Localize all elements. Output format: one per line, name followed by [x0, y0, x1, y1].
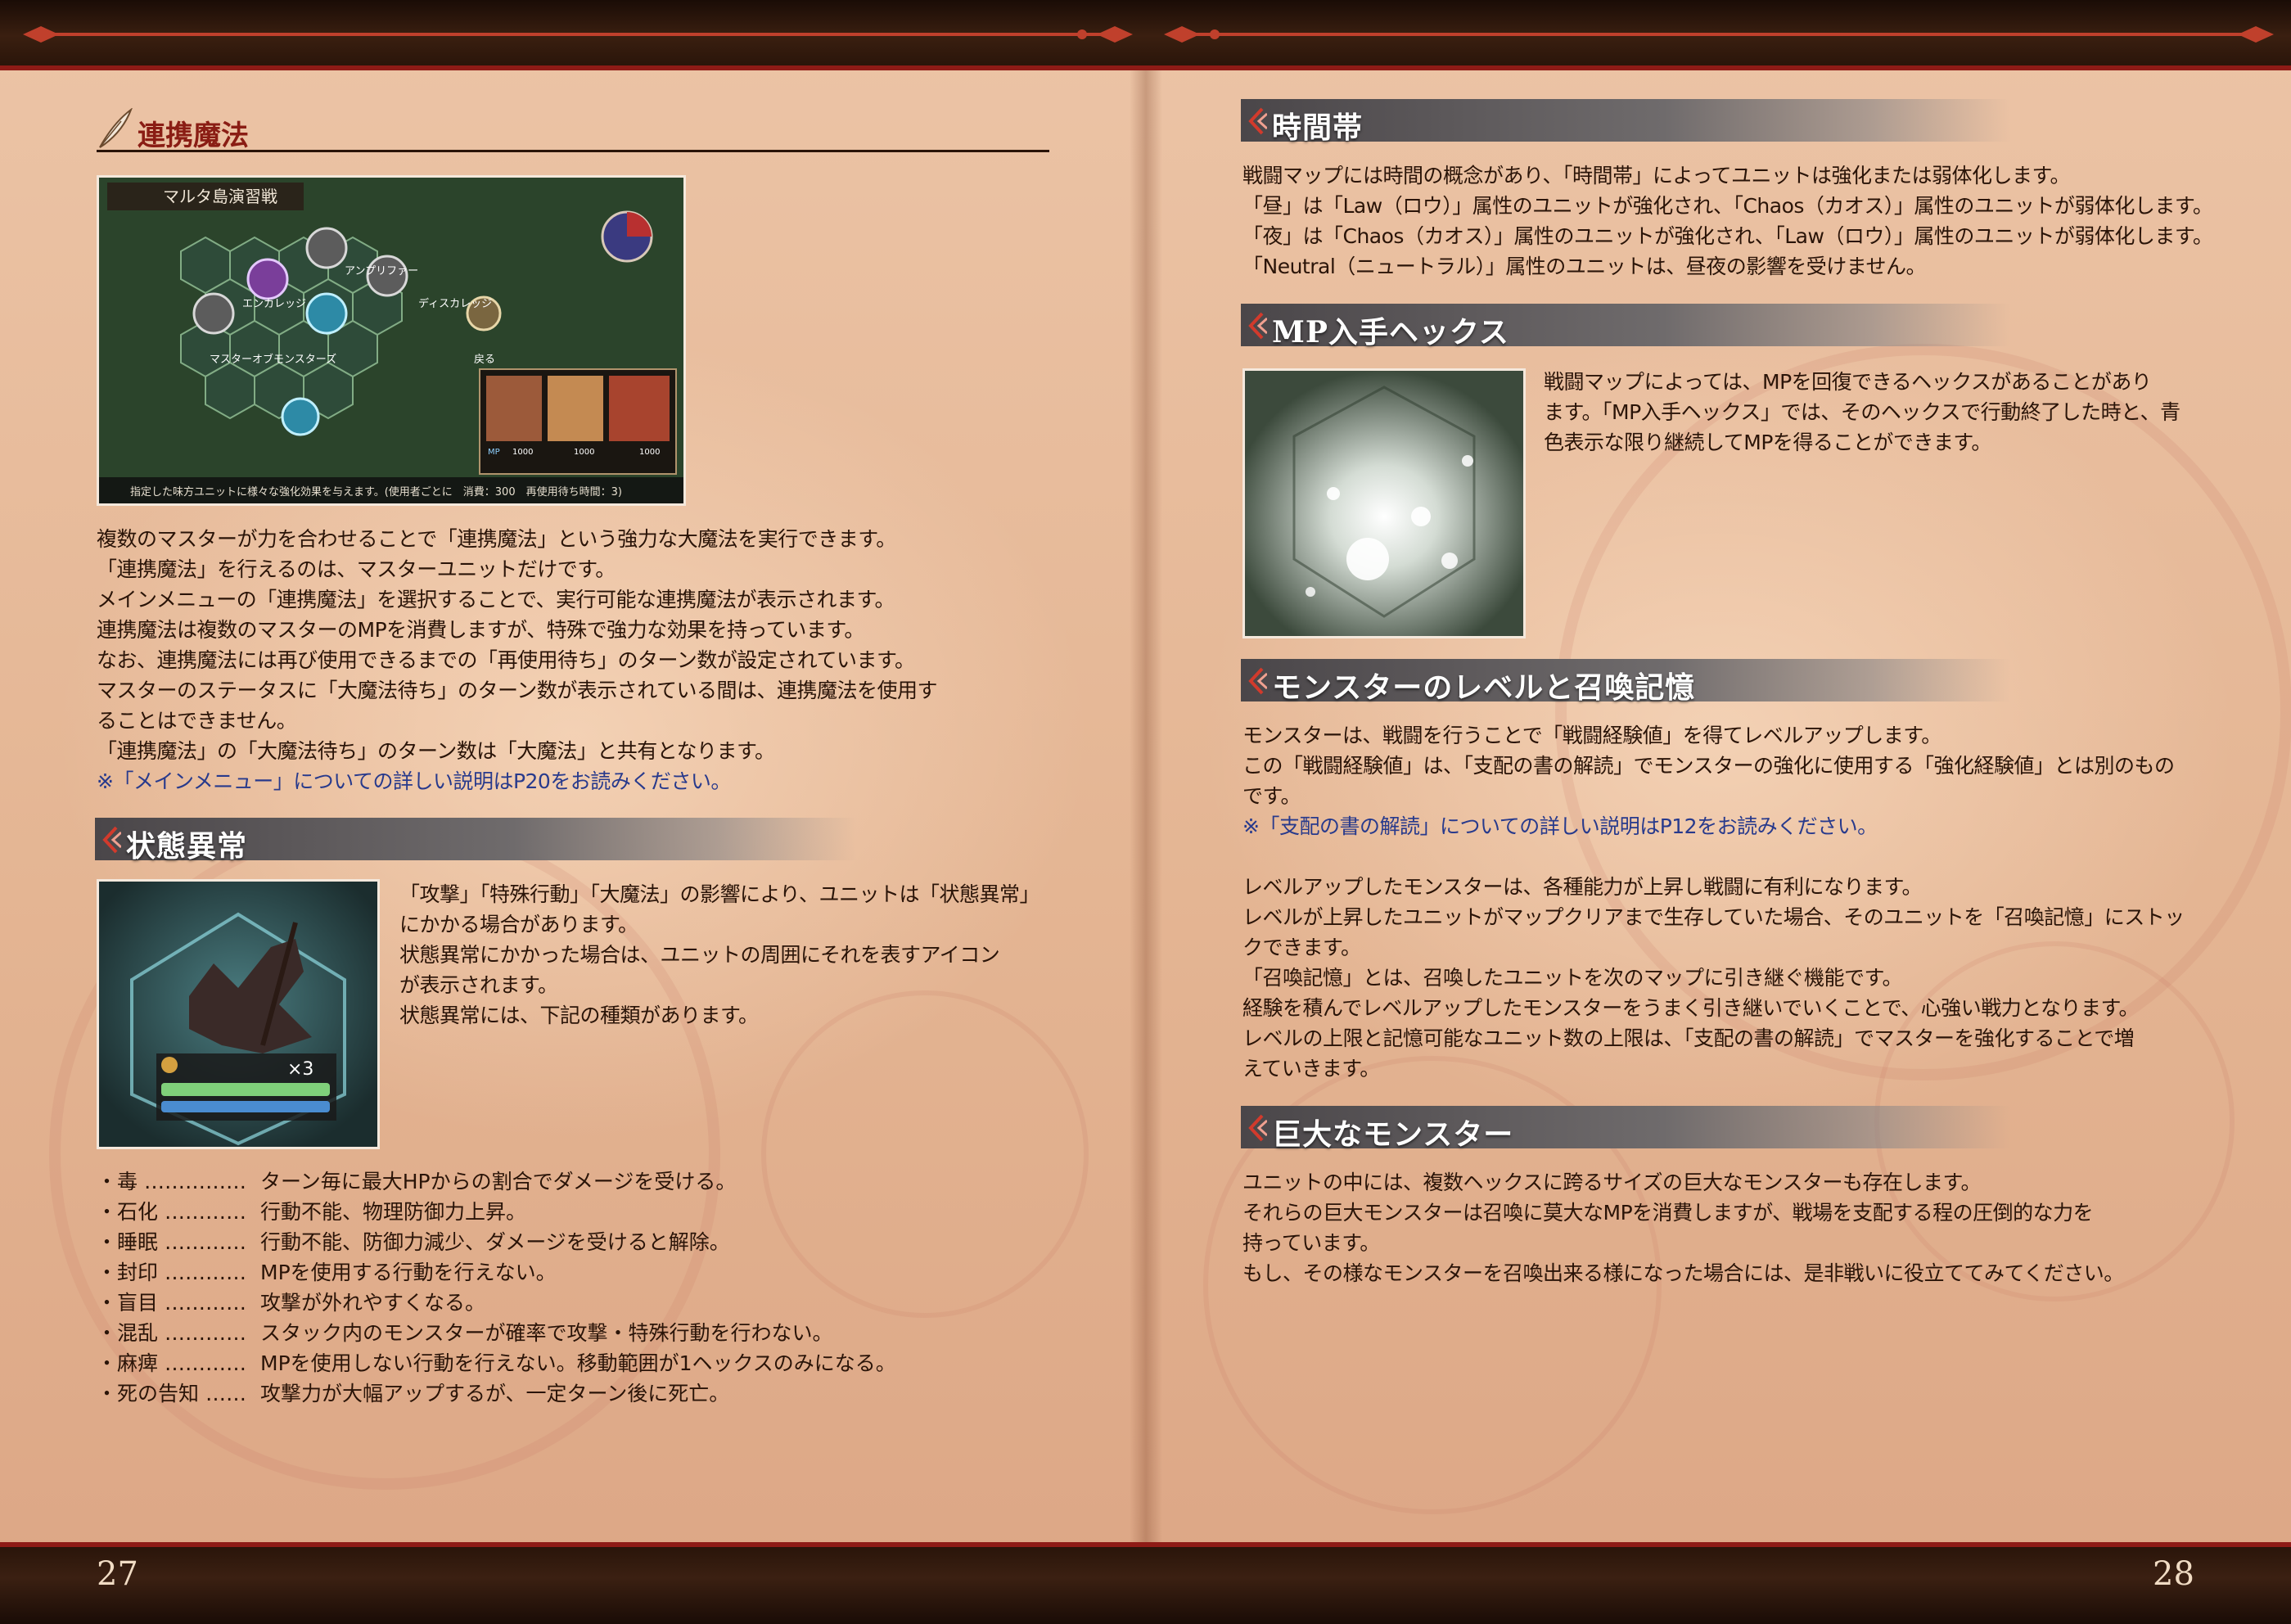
ornament-left-icon — [23, 26, 1133, 43]
mp-value: 1000 — [574, 448, 594, 457]
screenshot-title: マルタ島演習戦 — [163, 187, 277, 206]
reference-note-p12[interactable]: ※「支配の書の解読」についての詳しい説明はP12をお読みください。 — [1242, 811, 2185, 841]
help-text: 指定した味方ユニットに様々な強化効果を与えます。(使用者ごとに 消費：300 再… — [130, 485, 622, 498]
status-item: ・石化 ………… 行動不能、物理防御力上昇。 — [97, 1200, 527, 1224]
unit-count: ×3 — [287, 1059, 313, 1080]
status-item: ・麻痺 ………… MPを使用しない行動を行えない。移動範囲が1ヘックスのみになる。 — [97, 1351, 896, 1375]
status-item: ・睡眠 ………… 行動不能、防御力減少、ダメージを受けると解除。 — [97, 1230, 730, 1254]
chevron-ornament-icon — [102, 826, 121, 854]
status-item: ・死の告知 …… 攻撃力が大幅アップするが、一定ターン後に死亡。 — [97, 1382, 730, 1405]
screenshot-status-ailment: ×3 — [97, 879, 380, 1149]
section-title: 状態異常 — [126, 829, 248, 864]
menu-discourage: ディスカレッジ — [418, 297, 492, 310]
status-item: ・混乱 ………… スタック内のモンスターが確率で攻撃・特殊行動を行わない。 — [97, 1321, 833, 1345]
menu-encourage: エンカレッジ — [242, 298, 306, 310]
page-number-right: 28 — [2153, 1555, 2194, 1593]
section-banner-mp-hex: MP入手ヘックス — [1241, 304, 2010, 350]
status-item: ・毒 …………… ターン毎に最大HPからの割合でダメージを受ける。 — [97, 1170, 737, 1193]
chevron-ornament-icon — [1248, 107, 1267, 135]
timezone-description: 戦闘マップには時間の概念があり、「時間帯」によってユニットは強化または弱体化しま… — [1242, 164, 2213, 278]
mp-value: 1000 — [512, 448, 533, 457]
chevron-ornament-icon — [1248, 667, 1267, 695]
book-gutter — [1130, 70, 1162, 1544]
screenshot-renkei-map: マルタ島演習戦 アンプリファー エンカレッジ ディスカレッジ マスターオブモンス… — [97, 175, 686, 506]
renkei-description: 複数のマスターが力を合わせることで「連携魔法」という強力な大魔法を実行できます。… — [97, 524, 938, 796]
section-banner-giant-monster: 巨大なモンスター — [1241, 1106, 2010, 1152]
section-banner-timezone: 時間帯 — [1241, 99, 2010, 145]
section-title: 巨大なモンスター — [1272, 1117, 1514, 1152]
section-heading-renkei: 連携魔法 — [97, 103, 1049, 152]
monster-level-description: モンスターは、戦闘を行うことで「戦闘経験値」を得てレベルアップします。 この「戦… — [1242, 724, 2185, 1080]
ornament-right-icon — [1164, 26, 2274, 43]
menu-amplifier: アンプリファー — [345, 265, 418, 277]
chevron-ornament-icon — [1248, 1114, 1267, 1142]
status-ailment-list: ・毒 …………… ターン毎に最大HPからの割合でダメージを受ける。 ・石化 ………… — [97, 1166, 896, 1409]
screenshot-mp-hex — [1242, 368, 1526, 638]
page-number-left: 27 — [97, 1555, 138, 1593]
menu-master-of-monsters: マスターオブモンスターズ — [210, 353, 336, 366]
section-banner-status: 状態異常 — [95, 818, 856, 864]
section-banner-monster-level: モンスターのレベルと召喚記憶 — [1241, 659, 2010, 705]
status-description: 「攻撃」「特殊行動」「大魔法」の影響により、ユニットは「状態異常」 にかかる場合… — [399, 882, 1040, 1027]
mp-label: MP — [488, 448, 500, 457]
mp-hex-description: 戦闘マップによっては、MPを回復できるヘックスがあることがあり ます。「MP入手… — [1544, 370, 2181, 454]
section-title: MP入手ヘックス — [1272, 315, 1509, 350]
section-title: モンスターのレベルと召喚記憶 — [1272, 670, 1696, 705]
chevron-ornament-icon — [1248, 312, 1267, 340]
giant-monster-description: ユニットの中には、複数ヘックスに跨るサイズの巨大なモンスターも存在します。 それ… — [1242, 1171, 2124, 1285]
section-title: 連携魔法 — [138, 120, 249, 152]
status-item: ・封印 ………… MPを使用する行動を行えない。 — [97, 1261, 557, 1284]
section-title: 時間帯 — [1272, 111, 1364, 145]
reference-note-p20[interactable]: ※「メインメニュー」についての詳しい説明はP20をお読みください。 — [97, 766, 937, 796]
status-item: ・盲目 ………… 攻撃が外れやすくなる。 — [97, 1291, 486, 1315]
menu-back: 戻る — [474, 354, 495, 366]
quill-icon — [99, 108, 133, 148]
mp-value: 1000 — [639, 448, 660, 457]
bottom-bar — [0, 1542, 2291, 1624]
